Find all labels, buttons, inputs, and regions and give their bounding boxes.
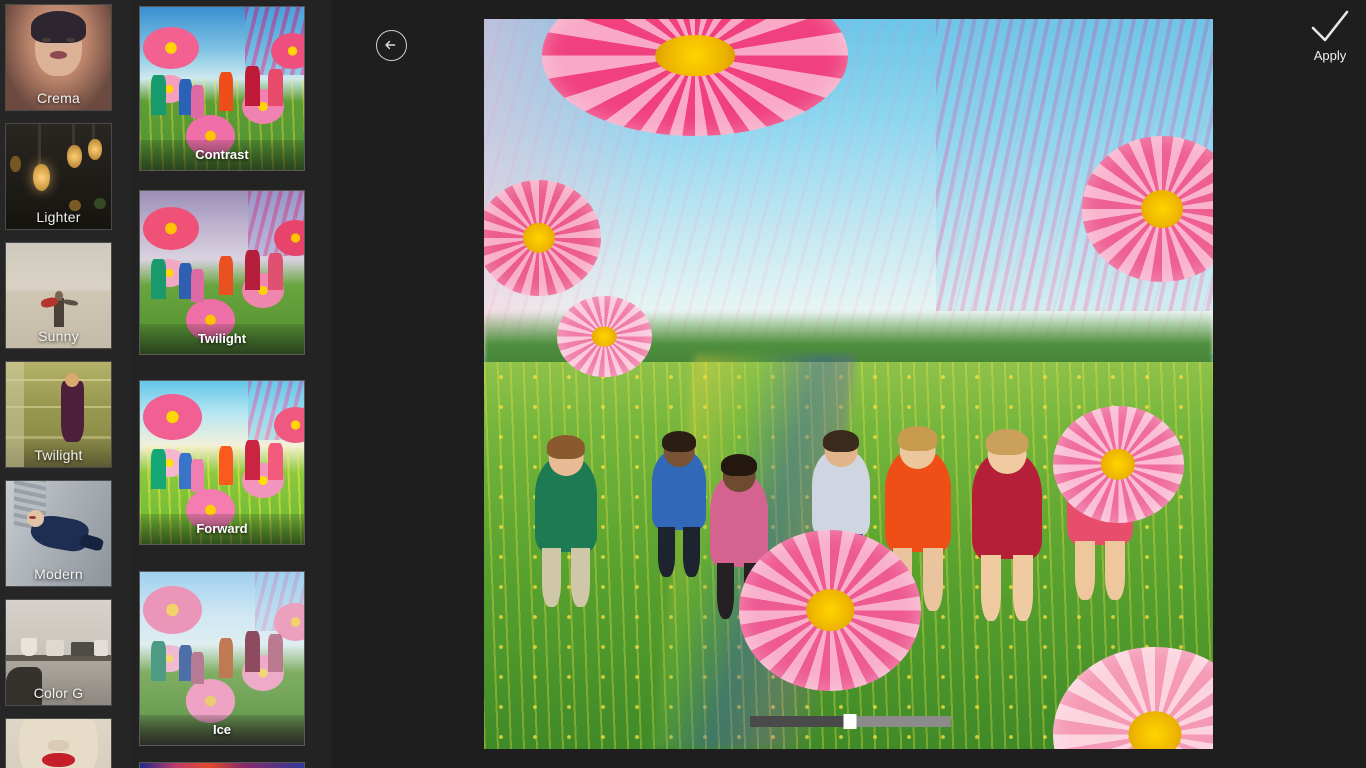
- slider-track-remaining: [850, 716, 951, 727]
- preset-card-twilight[interactable]: Twilight: [5, 361, 112, 468]
- photo-canvas[interactable]: [484, 19, 1213, 749]
- photo-flower-overlay: [1052, 405, 1184, 523]
- photo-flower-overlay: [542, 19, 849, 136]
- filter-card-forward[interactable]: Forward: [139, 380, 305, 545]
- photo-editor-window: Crema Lighter Sunny Twilight Modern Colo…: [0, 0, 1366, 768]
- photo-flower-overlay: [484, 179, 601, 297]
- slider-handle[interactable]: [843, 714, 857, 729]
- filter-card-twilight[interactable]: Twilight: [139, 190, 305, 355]
- photo-flower-overlay: [1081, 135, 1213, 282]
- editor-stage: Apply: [332, 0, 1366, 768]
- arrow-left-circle-icon: [385, 40, 396, 50]
- photo-flower-overlay: [1052, 646, 1213, 749]
- filter-label: Twilight: [140, 324, 304, 354]
- photo-child: [972, 429, 1042, 621]
- filter-column[interactable]: Contrast Twilight Forward Ice: [131, 0, 332, 768]
- preset-label: Crema: [36, 90, 80, 106]
- preset-card-crema[interactable]: Crema: [5, 4, 112, 111]
- filter-label: Contrast: [140, 140, 304, 170]
- photo-child: [651, 431, 707, 577]
- preset-thumbnail: [6, 719, 111, 768]
- filter-card-partial[interactable]: [139, 762, 305, 768]
- filter-label: Ice: [140, 715, 304, 745]
- preset-card-color-g[interactable]: Color G: [5, 599, 112, 706]
- filter-thumbnail: [140, 763, 304, 768]
- photo-flower-overlay: [739, 530, 922, 691]
- filter-card-ice[interactable]: Ice: [139, 571, 305, 746]
- edited-photo: [484, 19, 1213, 749]
- photo-child: [535, 435, 597, 607]
- preset-label: Modern: [34, 566, 83, 582]
- preset-column[interactable]: Crema Lighter Sunny Twilight Modern Colo…: [0, 0, 131, 768]
- preset-label: Lighter: [36, 209, 81, 225]
- preset-label: Twilight: [34, 447, 83, 463]
- photo-flower-overlay: [556, 296, 652, 377]
- back-button[interactable]: [376, 30, 407, 61]
- preset-label: Color G: [33, 685, 84, 701]
- filter-intensity-slider[interactable]: [750, 714, 951, 729]
- filter-label: Forward: [140, 514, 304, 544]
- slider-track-filled: [750, 716, 851, 727]
- preset-label: Sunny: [38, 328, 79, 344]
- preset-card-lighter[interactable]: Lighter: [5, 123, 112, 230]
- preset-card-sunny[interactable]: Sunny: [5, 242, 112, 349]
- checkmark-icon: [1302, 6, 1358, 50]
- preset-card-modern[interactable]: Modern: [5, 480, 112, 587]
- apply-button[interactable]: Apply: [1302, 6, 1358, 63]
- preset-card-partial[interactable]: [5, 718, 112, 768]
- photo-child: [812, 429, 871, 589]
- filter-card-contrast[interactable]: Contrast: [139, 6, 305, 171]
- apply-label: Apply: [1313, 48, 1347, 63]
